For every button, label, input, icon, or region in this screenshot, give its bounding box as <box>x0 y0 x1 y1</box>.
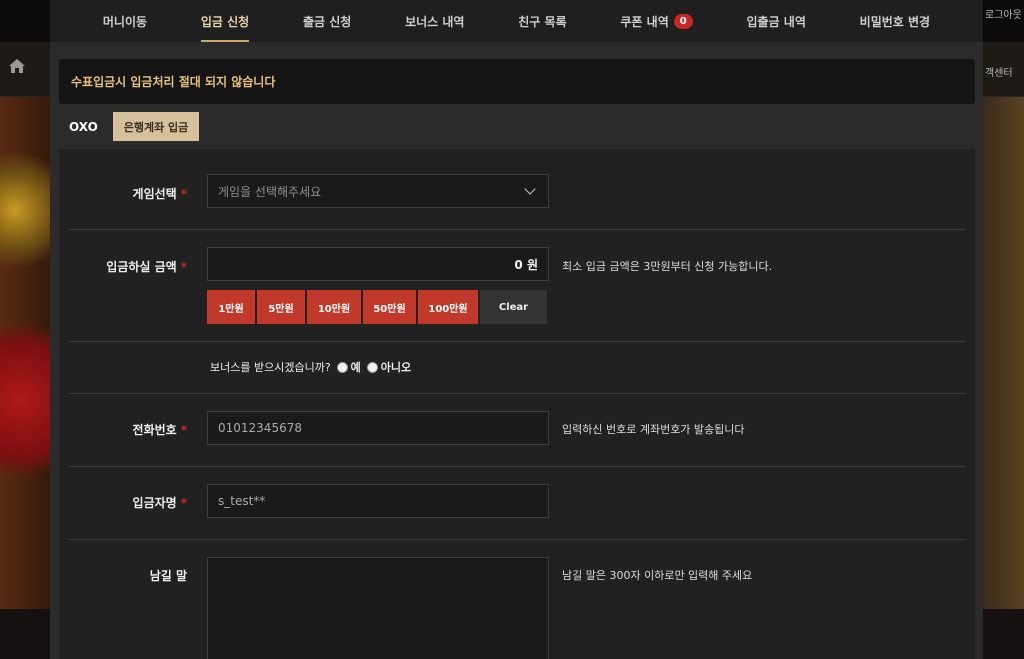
deposit-form: 게임선택 * 게임을 선택해주세요 입금하실 금액 * 0 원 최소 입금 금액은 … <box>59 149 975 659</box>
divider <box>68 539 966 540</box>
chevron-down-icon <box>524 183 536 195</box>
memo-textarea[interactable] <box>207 557 549 659</box>
amount-50k-button[interactable]: 5만원 <box>257 290 305 324</box>
tab-label: 비밀번호 변경 <box>859 14 931 29</box>
bonus-no-label[interactable]: 아니오 <box>381 359 411 375</box>
label-text: 입금자명 <box>132 496 177 510</box>
depositor-input[interactable]: s_test** <box>207 484 549 518</box>
required-mark: * <box>180 423 187 437</box>
tab-transaction-history[interactable]: 입출금 내역 <box>746 0 805 42</box>
coupon-count-badge: 0 <box>673 13 693 29</box>
home-icon[interactable] <box>8 58 28 78</box>
game-select-label: 게임선택 * <box>59 185 187 202</box>
deposit-modal: 머니이동 입금 신청 출금 신청 보너스 내역 친구 목록 쿠폰 내역 0 입출… <box>50 0 983 659</box>
phone-value: 01012345678 <box>218 421 302 435</box>
depositor-value: s_test** <box>218 494 266 508</box>
bonus-yes-label[interactable]: 예 <box>351 359 361 375</box>
amount-100k-button[interactable]: 10만원 <box>307 290 361 324</box>
tab-label: 쿠폰 내역 <box>620 14 669 29</box>
label-text: 입금하실 금액 <box>106 260 177 274</box>
game-select[interactable]: 게임을 선택해주세요 <box>207 174 549 208</box>
memo-label: 남길 말 <box>59 567 187 584</box>
label-text: 게임선택 <box>132 187 177 201</box>
method-oxo-tab[interactable]: OXO <box>69 120 98 134</box>
divider <box>68 229 966 230</box>
amount-value: 0 원 <box>514 257 538 272</box>
required-mark: * <box>180 187 187 201</box>
tab-bonus-history[interactable]: 보너스 내역 <box>405 0 464 42</box>
phone-label: 전화번호 * <box>59 421 187 438</box>
tab-change-password[interactable]: 비밀번호 변경 <box>860 0 930 42</box>
required-mark: * <box>180 496 187 510</box>
notice-banner: 수표입금시 입금처리 절대 되지 않습니다 <box>59 59 975 104</box>
customer-center-link[interactable]: 객센터 <box>985 64 1013 79</box>
phone-help-text: 입력하신 번호로 계좌번호가 발송됩니다 <box>562 423 745 436</box>
divider <box>68 341 966 342</box>
amount-500k-button[interactable]: 50만원 <box>363 290 416 324</box>
required-mark: * <box>180 260 187 274</box>
tab-deposit-request[interactable]: 입금 신청 <box>200 0 250 42</box>
divider <box>68 466 966 467</box>
divider <box>68 393 966 394</box>
tab-label: 보너스 내역 <box>405 14 465 29</box>
depositor-label: 입금자명 * <box>59 494 187 511</box>
amount-1m-button[interactable]: 100만원 <box>418 290 478 324</box>
background-red-decoration <box>0 300 50 500</box>
label-text: 남길 말 <box>149 569 187 583</box>
memo-help-text: 남길 말은 300자 이하로만 입력해 주세요 <box>562 569 753 582</box>
label-text: 전화번호 <box>132 423 177 437</box>
amount-quick-buttons: 1만원 5만원 10만원 50만원 100만원 Clear <box>207 290 547 324</box>
tab-coupon-history[interactable]: 쿠폰 내역 0 <box>620 0 693 42</box>
background-gold-decoration <box>0 140 50 280</box>
notice-text: 수표입금시 입금처리 절대 되지 않습니다 <box>71 75 276 89</box>
game-select-placeholder: 게임을 선택해주세요 <box>218 184 322 199</box>
tab-label: 출금 신청 <box>302 14 352 29</box>
bonus-question-row: 보너스를 받으시겠습니까? 예 아니오 <box>210 359 411 375</box>
tab-friend-list[interactable]: 친구 목록 <box>518 0 566 42</box>
tab-bar: 머니이동 입금 신청 출금 신청 보너스 내역 친구 목록 쿠폰 내역 0 입출… <box>50 0 983 42</box>
amount-help-text: 최소 입금 금액은 3만원부터 신청 가능합니다. <box>562 260 773 273</box>
tab-money-transfer[interactable]: 머니이동 <box>103 0 147 42</box>
bonus-no-radio[interactable] <box>366 361 378 373</box>
bonus-yes-radio[interactable] <box>336 361 348 373</box>
tab-label: 입금 신청 <box>200 14 250 29</box>
amount-input[interactable]: 0 원 <box>207 247 549 281</box>
amount-clear-button[interactable]: Clear <box>480 290 547 324</box>
phone-input[interactable]: 01012345678 <box>207 411 549 445</box>
logout-link[interactable]: 로그아웃 <box>985 6 1022 21</box>
tab-label: 입출금 내역 <box>746 14 806 29</box>
method-bank-tab[interactable]: 은행계좌 입금 <box>113 112 199 141</box>
method-bank-label: 은행계좌 입금 <box>123 120 189 134</box>
tab-label: 머니이동 <box>102 14 148 29</box>
tab-label: 친구 목록 <box>518 14 567 29</box>
tab-withdraw-request[interactable]: 출금 신청 <box>303 0 351 42</box>
amount-label: 입금하실 금액 * <box>59 258 187 275</box>
amount-10k-button[interactable]: 1만원 <box>207 290 255 324</box>
bonus-question: 보너스를 받으시겠습니까? <box>210 361 331 374</box>
